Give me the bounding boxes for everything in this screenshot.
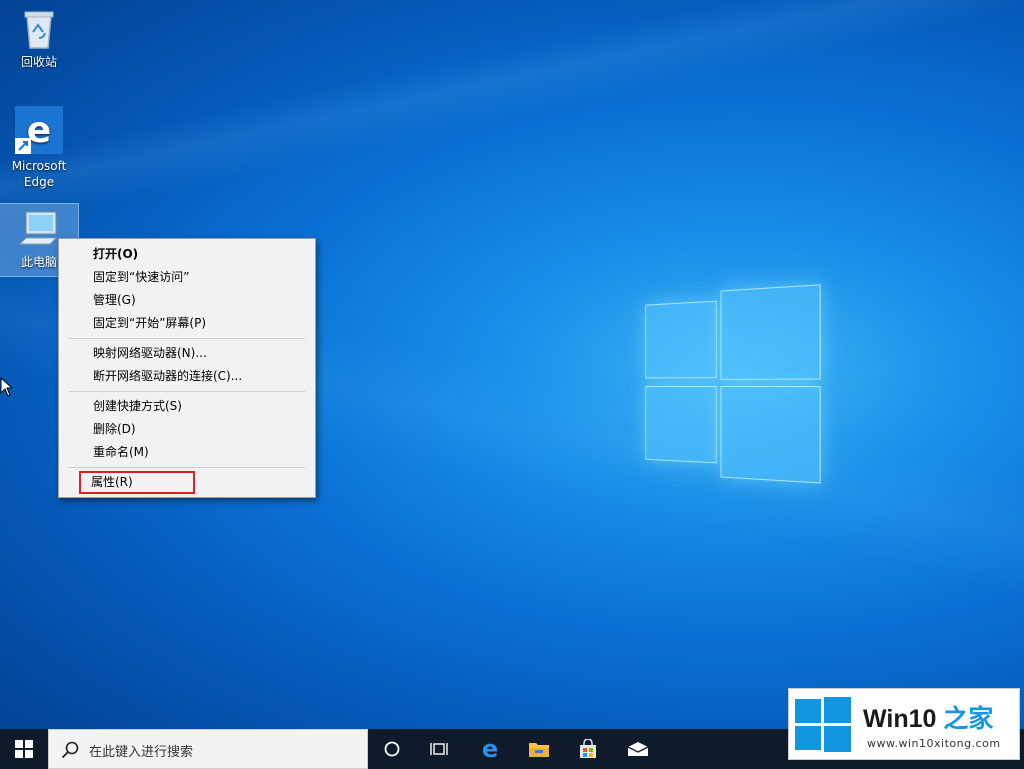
recycle-bin-icon [24,11,54,49]
computer-icon [18,211,58,245]
menu-item-map-network-drive[interactable]: 映射网络驱动器(N)... [59,342,315,365]
menu-item-disconnect-network-drive[interactable]: 断开网络驱动器的连接(C)... [59,365,315,388]
watermark-brand: Win10 之家 [863,699,993,735]
search-placeholder: 在此键入进行搜索 [89,745,194,760]
desktop-icon-label: 此电脑 [20,255,57,269]
watermark-url: www.win10xitong.com [867,737,1001,750]
watermark-brand-en: Win10 [863,705,937,733]
desktop-icon-label: Microsoft Edge [11,159,67,189]
watermark-brand-cn: 之家 [943,705,994,733]
menu-item-create-shortcut[interactable]: 创建快捷方式(S) [59,395,315,418]
menu-item-delete[interactable]: 删除(D) [59,418,315,441]
site-watermark: Win10 之家 www.win10xitong.com [788,688,1020,760]
start-button[interactable] [0,729,48,769]
mouse-cursor-icon [0,377,12,397]
search-icon [61,741,79,759]
menu-item-properties[interactable]: 属性(R) [79,471,195,494]
menu-separator [69,391,305,392]
folder-icon [529,743,549,757]
context-menu: 打开(O) 固定到“快速访问” 管理(G) 固定到“开始”屏幕(P) 映射网络驱… [58,238,316,498]
svg-text:e: e [482,738,498,760]
menu-separator [69,338,305,339]
menu-item-manage[interactable]: 管理(G) [59,289,315,312]
cortana-circle-icon [384,741,400,757]
menu-item-pin-start[interactable]: 固定到“开始”屏幕(P) [59,312,315,335]
desktop-icon-recycle-bin[interactable]: 回收站 [0,8,78,78]
taskbar-mail-button[interactable] [614,729,662,769]
menu-item-pin-quick-access[interactable]: 固定到“快速访问” [59,266,315,289]
taskbar-search-box[interactable]: 在此键入进行搜索 [48,729,368,769]
edge-icon: e [482,738,498,760]
task-view-button[interactable] [416,729,464,769]
desktop-icon-label: 回收站 [20,55,57,69]
store-bag-icon [580,739,596,758]
taskbar-edge-button[interactable]: e [466,729,514,769]
windows-start-icon [15,740,33,758]
menu-item-rename[interactable]: 重命名(M) [59,441,315,464]
menu-item-open[interactable]: 打开(O) [59,243,315,266]
mail-icon [627,742,649,756]
task-view-cortana-button[interactable] [368,729,416,769]
wallpaper-windows-logo [645,284,822,488]
menu-separator [69,467,305,468]
edge-icon: e [15,106,63,154]
taskbar-store-button[interactable] [564,729,612,769]
taskbar-file-explorer-button[interactable] [515,729,563,769]
win10-logo-icon [795,697,851,753]
desktop-icon-edge[interactable]: e Microsoft Edge [0,106,78,196]
task-view-icon [430,743,448,755]
